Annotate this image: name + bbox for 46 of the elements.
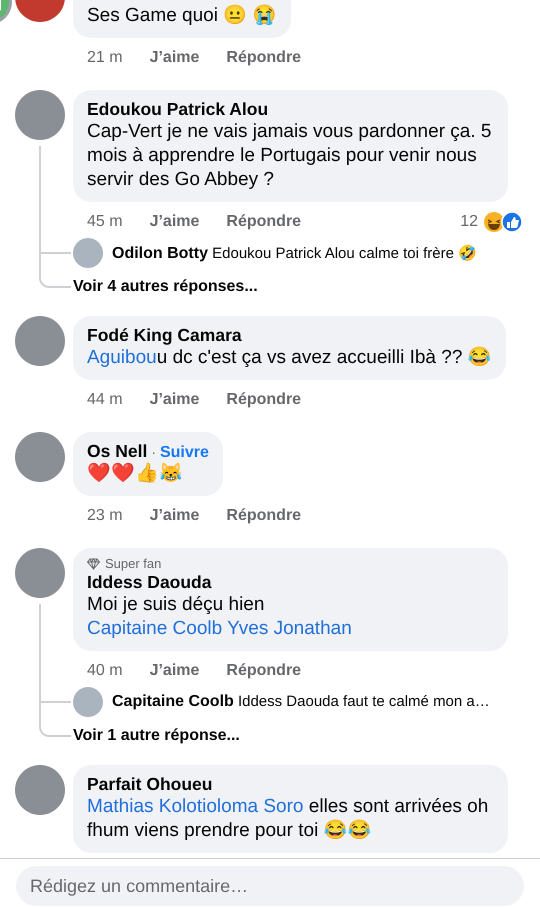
author-name[interactable]: Fodé King Camara (87, 324, 242, 346)
reply-preview[interactable]: Odilon Botty Edoukou Patrick Alou calme toi frère 🤣 (112, 244, 478, 262)
avatar[interactable] (14, 765, 64, 815)
reply-link[interactable]: Répondre (226, 213, 302, 231)
comment-text: Cap-Vert je ne vais jamais vous pardonner ça. 5 mois à apprendre le Portugais pour venir nous servir des Go Abbey ? (87, 120, 492, 192)
avatar[interactable] (14, 432, 64, 482)
reply-link[interactable]: Répondre (226, 391, 302, 409)
like-link[interactable]: J’aime (150, 662, 200, 680)
like-link[interactable]: J’aime (150, 213, 200, 231)
comment-text: Moi je suis déçu hien Capitaine Coolb Yves Jonathan (87, 593, 353, 641)
like-link[interactable]: J’aime (150, 507, 200, 525)
avatar[interactable] (14, 316, 64, 366)
reply-link[interactable]: Répondre (226, 507, 302, 525)
reaction-count[interactable]: 12 (460, 213, 478, 231)
avatar[interactable] (14, 548, 64, 598)
author-name[interactable]: Edoukou Patrick Alou (87, 98, 268, 120)
comment-time: 23 m (87, 507, 123, 525)
mention-link[interactable]: Capitaine Coolb Yves Jonathan (87, 618, 352, 639)
author-name[interactable]: Parfait Ohoueu (87, 773, 212, 795)
reply-preview[interactable]: Capitaine Coolb Iddess Daouda faut te calmé mon a… (112, 693, 490, 711)
thread-connector (39, 719, 71, 737)
like-link[interactable]: J’aime (150, 391, 200, 409)
comment-input[interactable]: Rédigez un commentaire… (16, 866, 524, 906)
comment-text: ❤❤👍😹 (87, 462, 184, 486)
reply-link[interactable]: Répondre (226, 662, 302, 680)
comment-time: 45 m (87, 213, 123, 231)
comment-time: 44 m (87, 391, 123, 409)
like-link[interactable]: J’aime (150, 49, 200, 67)
avatar[interactable] (14, 90, 64, 140)
comment-time: 40 m (87, 662, 123, 680)
reply-link[interactable]: Répondre (226, 49, 302, 67)
thread-connector (39, 270, 71, 288)
comment-time: 21 m (87, 49, 123, 67)
author-name[interactable]: Os Nell (87, 440, 148, 462)
follow-link[interactable]: Suivre (160, 444, 209, 462)
author-name[interactable]: Iddess Daouda (87, 571, 212, 593)
mention-link[interactable]: Mathias Kolotioloma Soro (87, 796, 304, 817)
comment-text: Mathias Kolotioloma Soro elles sont arrivées oh fhum viens prendre pour toi 😂😂 (87, 795, 490, 843)
fan-badge: Super fan (87, 556, 494, 571)
separator-dot: · (151, 444, 156, 460)
more-replies-link[interactable]: Voir 1 autre réponse... (73, 727, 240, 745)
comment-text: Aguibouu dc c'est ça vs avez accueilli Ibà ?? 😂 (87, 346, 492, 370)
reaction-icons[interactable] (483, 211, 523, 233)
comment-text: Ses Game quoi 😐 😭 (87, 4, 277, 28)
more-replies-link[interactable]: Voir 4 autres réponses... (73, 278, 258, 296)
mention-link[interactable]: Aguibou (87, 347, 157, 368)
